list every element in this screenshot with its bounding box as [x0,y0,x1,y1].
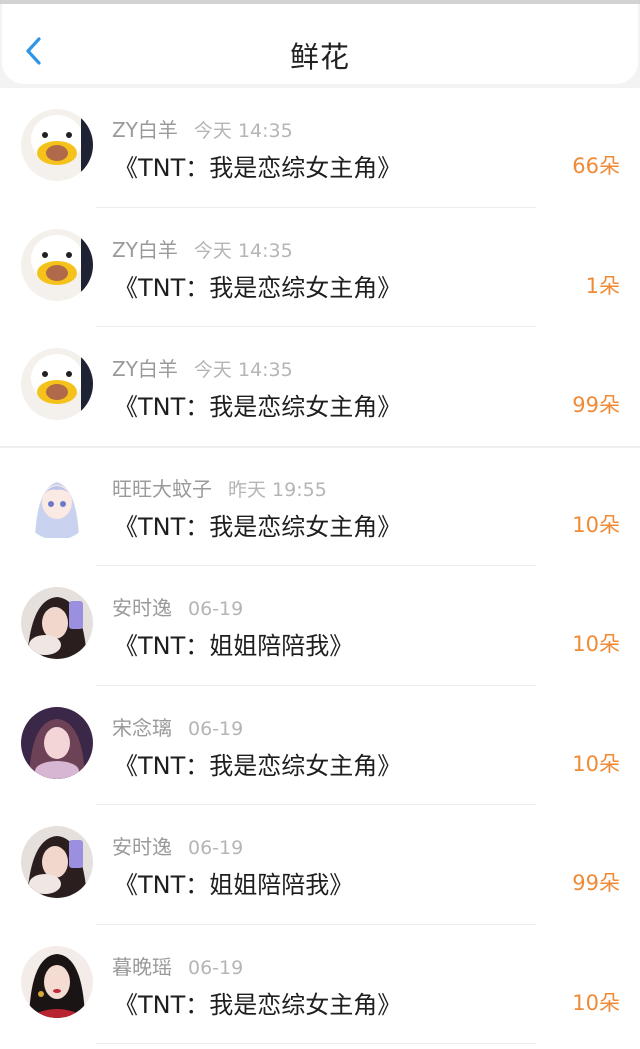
nav-header: 鲜花 [2,4,638,84]
send-time: 06-19 [188,837,244,859]
flower-count: 66朵 [572,154,620,178]
user-avatar[interactable] [21,467,93,540]
flower-count: 10朵 [572,990,620,1015]
song-title: 《TNT：我是恋综女主角》 [114,751,402,780]
flower-list[interactable]: ZY白羊 今天 14:35 《TNT：我是恋综女主角》 66朵 ZY白羊 今天 14… [0,88,640,1049]
list-item[interactable]: 安时逸 06-19 《TNT：姐姐陪陪我》 10朵 [0,566,640,686]
user-avatar[interactable] [21,706,93,779]
sender-meta: 安时逸 06-19 [112,831,243,860]
flower-count: 1朵 [585,273,620,298]
flower-count: 10朵 [572,512,620,537]
list-item[interactable]: 暮晚瑶 06-19 《TNT：我是恋综女主角》 10朵 [0,924,640,1044]
list-item[interactable]: ZY白羊 今天 14:35 《TNT：我是恋综女主角》 1朵 [0,207,640,327]
sender-meta: 旺旺大蚊子 昨天 19:55 [112,473,327,502]
song-title: 《TNT：姐姐陪陪我》 [114,632,354,660]
user-avatar[interactable] [21,945,93,1018]
song-title: 《TNT：姐姐陪陪我》 [114,871,354,899]
send-time: 06-19 [188,956,244,979]
song-title: 《TNT：我是恋综女主角》 [114,273,402,302]
list-item[interactable]: 旺旺大蚊子 昨天 19:55 《TNT：我是恋综女主角》 10朵 [0,445,640,566]
send-time: 今天 14:35 [193,359,293,381]
flower-count: 10朵 [572,632,620,656]
list-item[interactable]: ZY白羊 今天 14:35 《TNT：我是恋综女主角》 99朵 [0,327,640,447]
user-avatar[interactable] [21,109,93,181]
sender-meta: ZY白羊 今天 14:35 [112,114,293,143]
sender-name: ZY白羊 [112,357,178,381]
sender-name: 宋念璃 [112,715,172,740]
sender-meta: 宋念璃 06-19 [112,712,243,741]
user-avatar[interactable] [21,587,93,659]
send-time: 今天 14:35 [193,239,293,262]
send-time: 今天 14:35 [193,120,293,142]
page-title: 鲜花 [289,40,350,74]
sender-meta: 暮晚瑶 06-19 [112,951,243,980]
send-time: 06-19 [188,717,244,740]
sender-name: 暮晚瑶 [112,954,172,979]
sender-meta: ZY白羊 今天 14:35 [112,353,293,382]
song-title: 《TNT：我是恋综女主角》 [114,154,402,182]
list-item[interactable]: 安时逸 06-19 《TNT：姐姐陪陪我》 99朵 [0,805,640,925]
sender-name: 安时逸 [112,835,172,859]
sender-name: 旺旺大蚊子 [112,476,212,501]
sender-name: ZY白羊 [112,237,178,262]
song-title: 《TNT：我是恋综女主角》 [114,990,402,1019]
song-title: 《TNT：我是恋综女主角》 [114,393,402,421]
sender-name: ZY白羊 [112,118,178,142]
flower-count: 10朵 [572,751,620,776]
song-title: 《TNT：我是恋综女主角》 [114,512,402,541]
sender-meta: 安时逸 06-19 [112,592,243,621]
user-avatar[interactable] [21,348,93,420]
list-item[interactable]: ZY白羊 今天 14:35 《TNT：我是恋综女主角》 66朵 [0,88,640,208]
send-time: 昨天 19:55 [228,478,327,501]
user-avatar[interactable] [21,228,93,301]
send-time: 06-19 [188,598,244,620]
sender-name: 安时逸 [112,596,172,620]
list-item[interactable]: 宋念璃 06-19 《TNT：我是恋综女主角》 10朵 [0,685,640,805]
sender-meta: ZY白羊 今天 14:35 [112,234,293,263]
flower-count: 99朵 [572,871,620,895]
flower-count: 99朵 [572,393,620,417]
user-avatar[interactable] [21,826,93,898]
